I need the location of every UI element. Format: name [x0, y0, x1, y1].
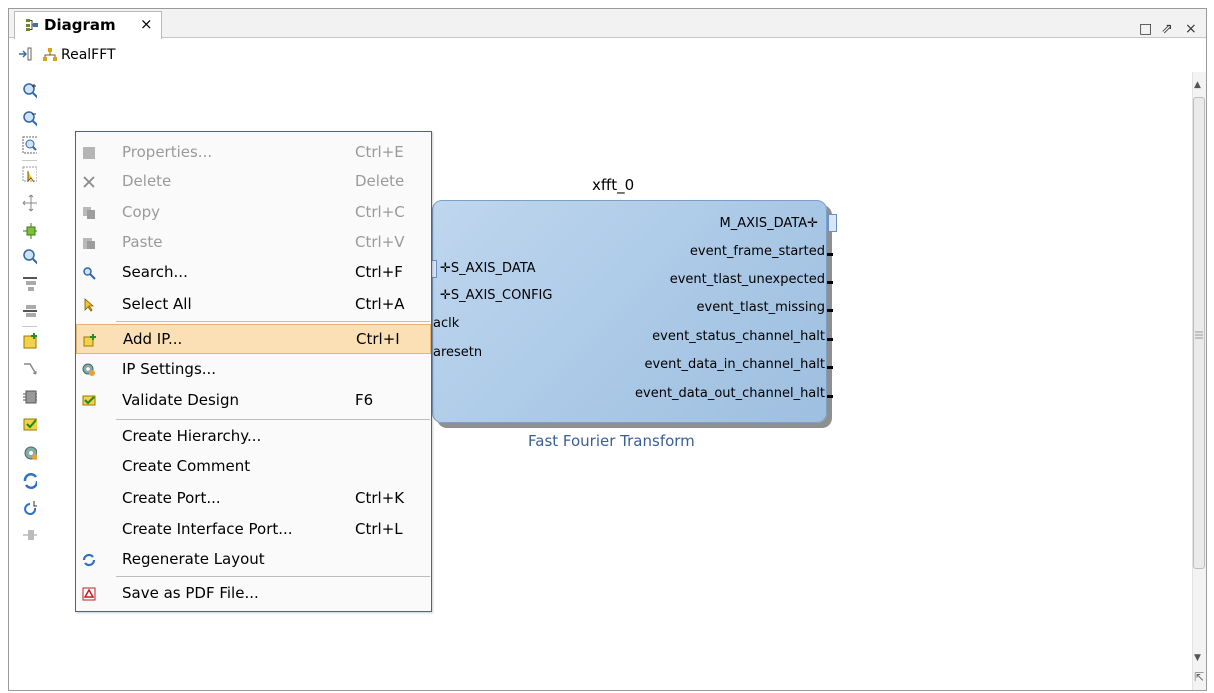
menu-item-delete[interactable]: Delete Delete: [76, 167, 431, 197]
pin-event-frame-started[interactable]: event_frame_started: [690, 244, 825, 259]
paste-icon: [83, 238, 95, 249]
menu-item-paste[interactable]: Paste Ctrl+V: [76, 228, 431, 258]
vertical-toolbar: [9, 72, 40, 632]
validate-icon: [82, 395, 96, 406]
close-panel-icon[interactable]: ×: [1185, 21, 1197, 37]
tab-close-icon[interactable]: ×: [140, 15, 153, 33]
pin-event-status-channel-halt[interactable]: event_status_channel_halt: [652, 329, 825, 344]
diagram-icon: [26, 19, 38, 31]
collapse-icon[interactable]: [17, 46, 33, 62]
regenerate-icon: [82, 553, 96, 567]
breadcrumb[interactable]: RealFFT: [61, 47, 116, 63]
resize-corner-icon[interactable]: ⇱: [1194, 670, 1204, 684]
menu-item-regenerate-layout[interactable]: Regenerate Layout: [76, 545, 431, 575]
menu-item-create-interface-port[interactable]: Create Interface Port... Ctrl+L: [76, 515, 431, 545]
delete-icon: [83, 176, 95, 188]
pointer-icon: [84, 298, 95, 312]
tab-strip: □ ⇗ ×: [9, 9, 1206, 38]
menu-item-select-all[interactable]: Select All Ctrl+A: [76, 290, 431, 320]
ip-instance-name: xfft_0: [592, 176, 635, 194]
menu-item-add-ip[interactable]: Add IP... Ctrl+I: [76, 324, 431, 354]
properties-icon: [83, 147, 95, 159]
tab-label: Diagram: [44, 16, 116, 34]
menu-item-properties[interactable]: Properties... Ctrl+E: [76, 138, 431, 168]
pin-event-tlast-missing[interactable]: event_tlast_missing: [697, 300, 826, 315]
grip-icon: [1195, 331, 1203, 339]
menu-item-copy[interactable]: Copy Ctrl+C: [76, 198, 431, 228]
menu-item-validate-design[interactable]: Validate Design F6: [76, 386, 431, 416]
hierarchy-icon: [43, 48, 57, 61]
settings-icon: [82, 363, 95, 376]
pin-m-axis-data[interactable]: M_AXIS_DATA✛: [720, 216, 819, 231]
pdf-icon: [82, 587, 96, 601]
pin-event-data-out-channel-halt[interactable]: event_data_out_channel_halt: [635, 386, 825, 401]
pin-s-axis-config[interactable]: ✛S_AXIS_CONFIG: [440, 288, 552, 303]
pin-event-data-in-channel-halt[interactable]: event_data_in_channel_halt: [644, 357, 825, 372]
search-icon: [83, 267, 96, 280]
menu-item-create-hierarchy[interactable]: Create Hierarchy...: [76, 422, 431, 452]
add-ip-icon: [83, 334, 96, 347]
menu-item-save-as-pdf[interactable]: Save as PDF File...: [76, 579, 431, 609]
maximize-icon[interactable]: □: [1139, 21, 1152, 37]
ip-block-title: Fast Fourier Transform: [528, 432, 695, 450]
pin-aclk[interactable]: aclk: [433, 316, 459, 331]
pin-aresetn[interactable]: aresetn: [433, 345, 482, 360]
scroll-down-icon[interactable]: ▼: [1194, 653, 1201, 663]
copy-icon: [83, 207, 95, 219]
menu-item-search[interactable]: Search... Ctrl+F: [76, 258, 431, 288]
pin-s-axis-data[interactable]: ✛S_AXIS_DATA: [440, 261, 536, 276]
pin-event-tlast-unexpected[interactable]: event_tlast_unexpected: [670, 272, 825, 287]
menu-item-create-comment[interactable]: Create Comment: [76, 452, 431, 482]
tab-diagram[interactable]: Diagram ×: [14, 11, 162, 39]
float-icon[interactable]: ⇗: [1161, 21, 1173, 37]
menu-item-create-port[interactable]: Create Port... Ctrl+K: [76, 484, 431, 514]
bus-connector[interactable]: [828, 214, 837, 232]
scroll-up-icon[interactable]: ▲: [1194, 80, 1201, 90]
menu-item-ip-settings[interactable]: IP Settings...: [76, 355, 431, 385]
